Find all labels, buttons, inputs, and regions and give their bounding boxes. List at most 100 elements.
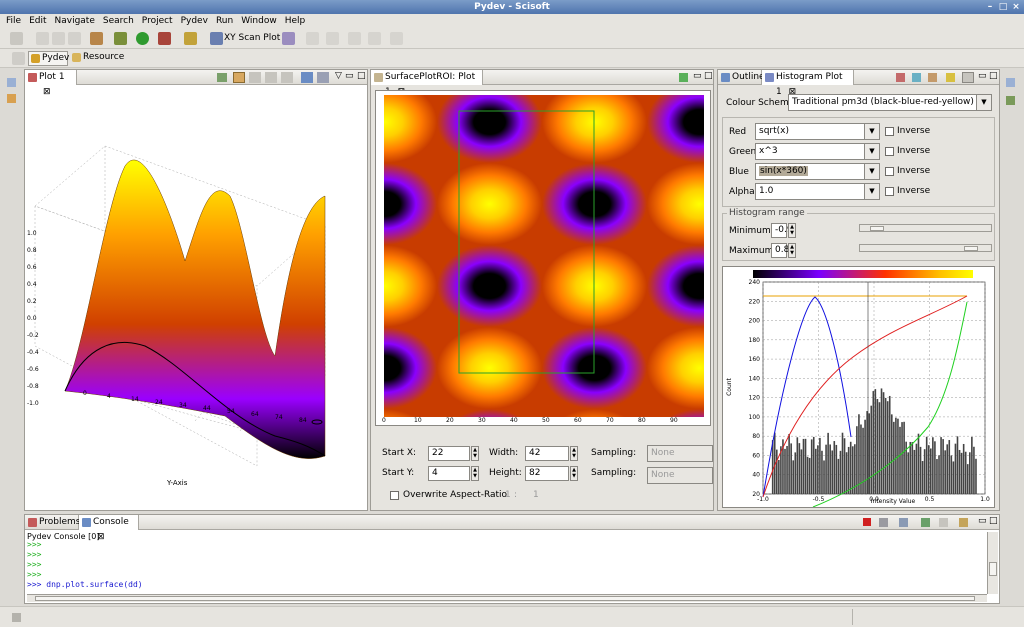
start-x-spinner[interactable]: ▲ ▼ xyxy=(471,446,479,461)
tab-outline[interactable]: Outline xyxy=(718,70,765,85)
menu-edit[interactable]: Edit xyxy=(29,14,46,29)
copy-icon[interactable] xyxy=(301,72,313,83)
minimum-slider-thumb[interactable] xyxy=(870,226,884,231)
colour-icon[interactable] xyxy=(946,73,955,82)
tab-surfaceplotroi[interactable]: SurfacePlotROI: Plot 1 ⊠ xyxy=(371,70,483,97)
chevron-down-icon[interactable]: ▼ xyxy=(864,124,879,139)
minimize-view-icon[interactable]: ▭ xyxy=(978,516,987,526)
height-field[interactable]: 82 xyxy=(525,466,569,481)
chevron-down-icon[interactable]: ▼ xyxy=(864,184,879,199)
console-h-scrollbar[interactable] xyxy=(27,594,987,602)
restore-icon[interactable] xyxy=(7,78,16,87)
view-menu-icon[interactable]: ▽ xyxy=(335,71,342,81)
roi-heatmap[interactable] xyxy=(384,95,704,417)
new-icon[interactable] xyxy=(10,32,23,45)
surface-plot[interactable] xyxy=(25,86,367,510)
graph-icon[interactable] xyxy=(962,72,974,83)
start-y-spinner[interactable]: ▲ ▼ xyxy=(471,466,479,481)
tab-console[interactable]: Console ⊠ xyxy=(79,515,139,542)
maximum-field[interactable]: 0.8 xyxy=(771,243,789,258)
menu-search[interactable]: Search xyxy=(103,14,134,29)
next-annotation-icon[interactable] xyxy=(306,32,319,45)
package-explorer-icon[interactable] xyxy=(7,94,16,103)
prev-annotation-icon[interactable] xyxy=(326,32,339,45)
perspective-resource-button[interactable]: Resource xyxy=(70,51,124,66)
maximize-view-icon[interactable]: □ xyxy=(989,71,998,81)
run-icon[interactable] xyxy=(136,32,149,45)
display-console-icon[interactable] xyxy=(939,518,948,527)
maximize-view-icon[interactable]: □ xyxy=(989,516,998,526)
print-icon[interactable] xyxy=(68,32,81,45)
height-spinner[interactable]: ▲ ▼ xyxy=(570,466,578,481)
console-output[interactable]: >>>>>>>>>>>>>>> dnp.plot.surface(dd)>>> xyxy=(27,540,987,592)
console-v-thumb[interactable] xyxy=(989,562,997,576)
forward-history-icon[interactable] xyxy=(390,32,403,45)
print-plot-icon[interactable] xyxy=(317,72,329,83)
menu-window[interactable]: Window xyxy=(241,14,277,29)
terminate-icon[interactable] xyxy=(863,518,871,526)
width-spinner[interactable]: ▲ ▼ xyxy=(570,446,578,461)
minimize-view-icon[interactable]: ▭ xyxy=(693,71,702,81)
save-all-icon[interactable] xyxy=(52,32,65,45)
maximum-slider-thumb[interactable] xyxy=(964,246,978,251)
reset-icon[interactable] xyxy=(896,73,905,82)
maximum-spinner[interactable]: ▲ ▼ xyxy=(788,243,796,258)
sampling-x-select[interactable]: None xyxy=(647,445,713,462)
chevron-down-icon[interactable]: ▼ xyxy=(864,144,879,159)
close-icon[interactable]: × xyxy=(1011,2,1021,12)
console-v-scrollbar[interactable] xyxy=(987,532,998,594)
menu-run[interactable]: Run xyxy=(216,14,233,29)
maximize-icon[interactable]: □ xyxy=(998,2,1008,12)
open-console-icon[interactable] xyxy=(959,518,968,527)
start-y-field[interactable]: 4 xyxy=(428,466,470,481)
green-inverse-checkbox[interactable] xyxy=(885,147,894,156)
overwrite-aspect-checkbox[interactable] xyxy=(390,491,399,500)
pin-console-icon[interactable] xyxy=(921,518,930,527)
maximize-view-icon[interactable]: □ xyxy=(357,71,366,81)
split-h-icon[interactable] xyxy=(249,72,261,83)
blue-inverse-checkbox[interactable] xyxy=(885,167,894,176)
maximum-slider[interactable] xyxy=(859,244,992,252)
tab-plot1[interactable]: Plot 1 ⊠ xyxy=(25,70,77,97)
grid-icon[interactable] xyxy=(281,72,293,83)
minimum-spinner[interactable]: ▲ ▼ xyxy=(788,223,796,238)
minimum-slider[interactable] xyxy=(859,224,992,232)
width-field[interactable]: 42 xyxy=(525,446,569,461)
back-icon[interactable] xyxy=(348,32,361,45)
plot-mode-icon[interactable] xyxy=(233,72,245,83)
console-h-thumb[interactable] xyxy=(35,596,975,601)
xy-scan-icon[interactable] xyxy=(210,32,223,45)
open-perspective-icon[interactable] xyxy=(12,52,25,65)
lock-icon[interactable] xyxy=(928,73,937,82)
aspect-a[interactable]: 1 xyxy=(505,490,511,500)
debug-icon[interactable] xyxy=(114,32,127,45)
red-select[interactable]: sqrt(x) ▼ xyxy=(755,123,880,140)
external-tools-icon[interactable] xyxy=(158,32,171,45)
histogram-plot[interactable]: 24022020018016014012010080604020 -1.0 -0.… xyxy=(723,267,994,507)
home-icon[interactable] xyxy=(217,73,227,82)
task-icon[interactable] xyxy=(1006,96,1015,105)
xy-scan-plot-button[interactable]: XY Scan Plot xyxy=(224,33,280,43)
save-icon[interactable] xyxy=(36,32,49,45)
wand-icon[interactable] xyxy=(184,32,197,45)
alpha-select[interactable]: 1.0 ▼ xyxy=(755,183,880,200)
alpha-inverse-checkbox[interactable] xyxy=(885,187,894,196)
minimum-field[interactable]: -0.9 xyxy=(771,223,793,238)
minimize-icon[interactable]: – xyxy=(985,2,995,12)
menu-project[interactable]: Project xyxy=(142,14,173,29)
aspect-b[interactable]: 1 xyxy=(533,490,539,500)
menu-help[interactable]: Help xyxy=(285,14,306,29)
menu-file[interactable]: File xyxy=(6,14,21,29)
chart-icon[interactable] xyxy=(282,32,295,45)
tab-problems[interactable]: Problems xyxy=(25,515,80,530)
menu-navigate[interactable]: Navigate xyxy=(55,14,95,29)
tab-histogram-plot1[interactable]: Histogram Plot 1 ⊠ xyxy=(762,70,854,97)
green-select[interactable]: x^3 ▼ xyxy=(755,143,880,160)
start-x-field[interactable]: 22 xyxy=(428,446,470,461)
chevron-down-icon[interactable]: ▼ xyxy=(976,95,991,110)
save-console-icon[interactable] xyxy=(879,518,888,527)
colour-scheme-select[interactable]: Traditional pm3d (black-blue-red-yellow)… xyxy=(788,94,992,111)
update-icon[interactable] xyxy=(912,73,921,82)
sampling-y-select[interactable]: None xyxy=(647,467,713,484)
fast-view-icon[interactable] xyxy=(12,613,21,622)
